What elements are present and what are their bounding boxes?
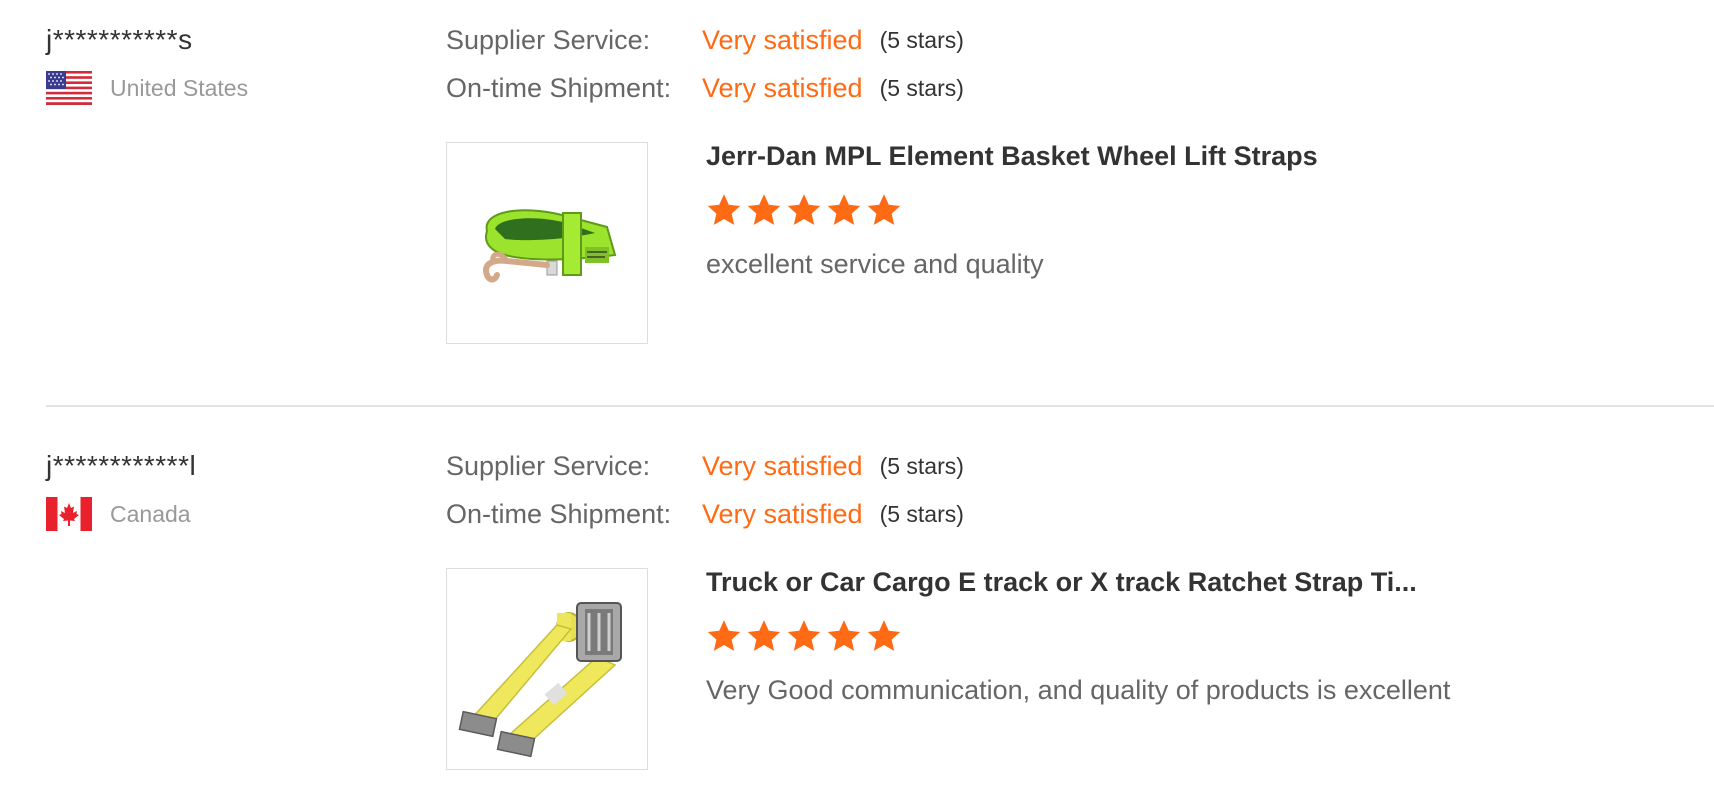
star-icon [746,618,782,654]
supplier-service-label: Supplier Service: [446,24,651,55]
yellow-ratchet-strap-image [447,569,647,769]
supplier-service-value: Very satisfied [702,24,863,55]
supplier-service-stars: (5 stars) [879,26,964,53]
review-divider [46,405,1714,407]
shipment-rating: On-time Shipment: Very satisfied (5 star… [446,68,964,108]
product-star-rating [706,618,906,654]
us-flag-icon [46,71,92,105]
buyer-country: United States [46,70,248,106]
shipment-stars: (5 stars) [879,500,964,527]
star-icon [786,618,822,654]
supplier-service-rating: Supplier Service: Very satisfied (5 star… [446,20,964,60]
shipment-label: On-time Shipment: [446,498,672,529]
shipment-stars: (5 stars) [879,74,964,101]
product-thumbnail[interactable] [446,568,648,770]
shipment-label: On-time Shipment: [446,72,672,103]
review-item: j***********s United States Supplier Ser… [0,0,1714,407]
shipment-rating: On-time Shipment: Very satisfied (5 star… [446,494,964,534]
shipment-value: Very satisfied [702,72,863,103]
supplier-service-rating: Supplier Service: Very satisfied (5 star… [446,446,964,486]
shipment-value: Very satisfied [702,498,863,529]
star-icon [826,618,862,654]
star-icon [826,192,862,228]
supplier-service-value: Very satisfied [702,450,863,481]
supplier-service-stars: (5 stars) [879,452,964,479]
supplier-service-label: Supplier Service: [446,450,651,481]
buyer-country: Canada [46,496,191,532]
product-title-link[interactable]: Truck or Car Cargo E track or X track Ra… [706,564,1417,600]
product-star-rating [706,192,906,228]
country-name: United States [110,74,249,101]
review-comment: excellent service and quality [706,249,1044,279]
country-name: Canada [110,500,191,527]
review-item: j************l Canada Supplier Service: … [0,426,1714,806]
star-icon [746,192,782,228]
star-icon [706,618,742,654]
star-icon [866,192,902,228]
star-icon [706,192,742,228]
buyer-name: j************l [46,450,197,481]
product-title-link[interactable]: Jerr-Dan MPL Element Basket Wheel Lift S… [706,138,1318,174]
star-icon [786,192,822,228]
reviews-page: j***********s United States Supplier Ser… [0,0,1714,806]
review-comment: Very Good communication, and quality of … [706,675,1451,705]
star-icon [866,618,902,654]
canada-flag-icon [46,497,92,531]
buyer-name: j***********s [46,24,193,55]
green-wheel-lift-strap-image [447,143,647,343]
product-thumbnail[interactable] [446,142,648,344]
